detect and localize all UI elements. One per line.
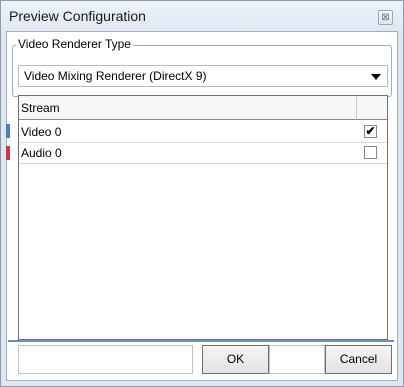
row-divider (19, 163, 387, 164)
video-renderer-selected-value: Video Mixing Renderer (DirectX 9) (24, 69, 207, 83)
window-title: Preview Configuration (9, 8, 146, 24)
footer-spacer (269, 345, 325, 374)
title-bar[interactable]: Preview Configuration ⊠ (1, 1, 403, 32)
stream-column-header[interactable]: Stream (19, 96, 357, 120)
ok-button[interactable]: OK (202, 345, 269, 374)
stream-enabled-checkbox[interactable]: ✔ (364, 125, 377, 138)
table-row[interactable]: Video 0 ✔ (19, 122, 387, 142)
side-accent-mark (6, 146, 10, 160)
stream-column-header-label: Stream (21, 101, 60, 115)
stream-name: Audio 0 (21, 146, 62, 160)
enabled-column-header[interactable] (357, 96, 387, 120)
stream-table: Stream Video 0 ✔ Audio 0 (18, 95, 388, 340)
close-icon[interactable]: ⊠ (378, 10, 393, 25)
video-renderer-group-label: Video Renderer Type (16, 37, 133, 51)
stream-enabled-checkbox[interactable] (364, 146, 377, 159)
stream-name: Video 0 (21, 125, 62, 139)
chevron-down-icon[interactable] (371, 74, 381, 80)
footer-blank-area (18, 345, 193, 374)
side-accent-mark (6, 124, 10, 138)
video-renderer-dropdown[interactable]: Video Mixing Renderer (DirectX 9) (18, 65, 388, 87)
cancel-button[interactable]: Cancel (325, 345, 392, 374)
table-row[interactable]: Audio 0 (19, 143, 387, 163)
footer-divider (8, 340, 394, 342)
